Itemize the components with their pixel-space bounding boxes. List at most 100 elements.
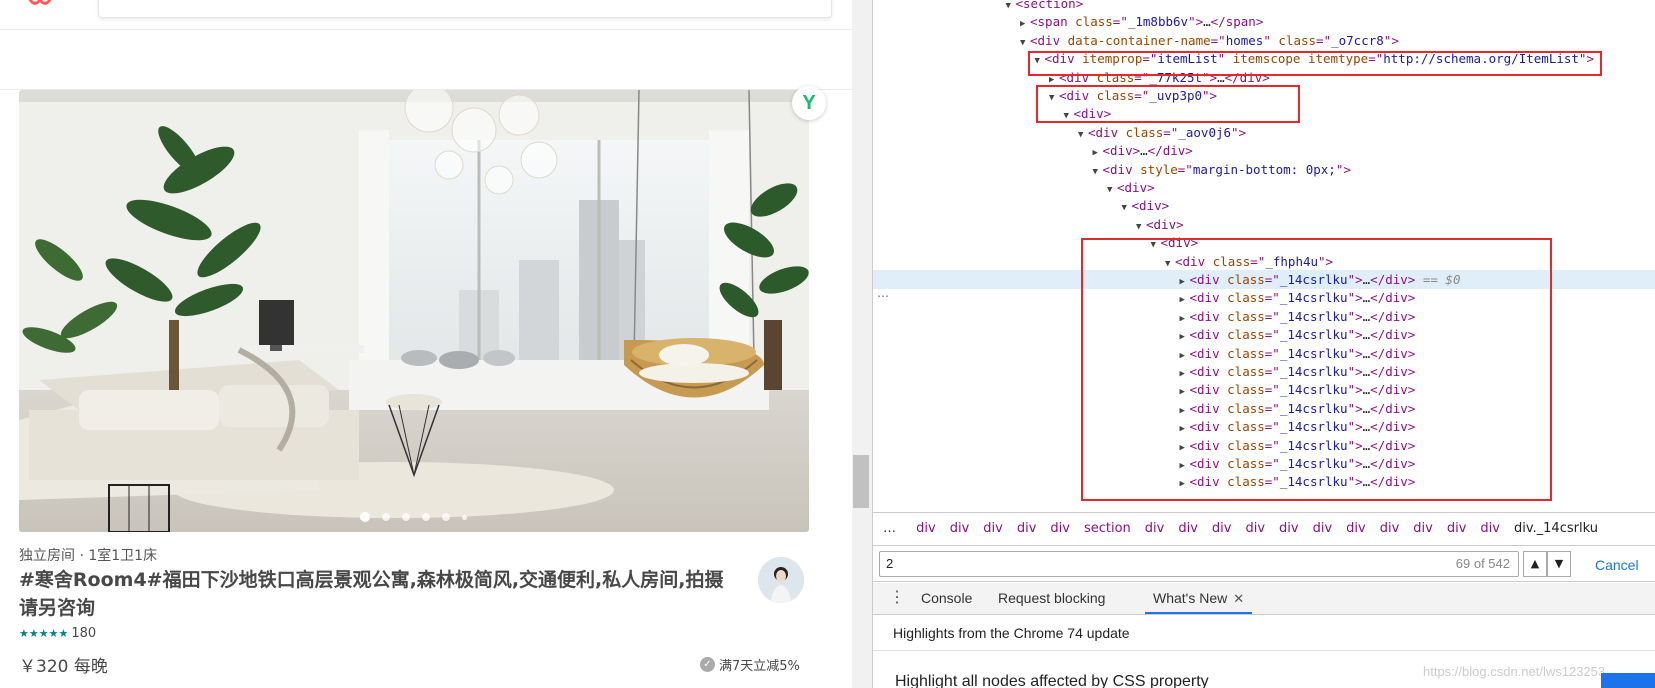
tree-token-tag: <span: [1030, 14, 1076, 30]
breadcrumb-more[interactable]: …: [883, 521, 896, 536]
learn-more-button[interactable]: [1601, 673, 1655, 688]
breadcrumb-item[interactable]: div: [1346, 521, 1366, 536]
tree-token-val: _o7ccr8: [1331, 32, 1384, 48]
breadcrumb-item[interactable]: div: [1447, 521, 1467, 536]
tab-console[interactable]: Console: [921, 583, 972, 614]
tree-token-tag: ">: [1383, 32, 1399, 48]
breadcrumb-item[interactable]: div: [1017, 521, 1037, 536]
tree-token-tag: ">: [1231, 124, 1247, 140]
rating: ★★★★★ 180: [19, 626, 96, 641]
breadcrumb-item[interactable]: div: [950, 521, 970, 536]
breadcrumb-item[interactable]: div: [1380, 521, 1400, 536]
header-divider: [0, 29, 852, 30]
breadcrumb-item[interactable]: div: [1245, 521, 1265, 536]
tab-whats-new-label: What's New: [1153, 590, 1228, 606]
airbnb-logo-icon[interactable]: [20, 0, 60, 10]
highlight-box-fhph4u: [1081, 238, 1552, 501]
breadcrumb-item[interactable]: div: [1178, 521, 1198, 536]
carousel-dot[interactable]: [360, 512, 370, 522]
find-prev-button[interactable]: ▲: [1523, 551, 1547, 577]
highlight-box-itemlist: [1028, 51, 1602, 76]
listing-price: ￥320 每晚: [19, 657, 108, 677]
tree-token-attr: style: [1140, 161, 1178, 177]
breadcrumb-item[interactable]: div: [1212, 521, 1232, 536]
listing-subtitle: 独立房间 · 1室1卫1床: [19, 548, 158, 564]
check-circle-icon: ✓: [700, 657, 715, 672]
web-page: Y 独立房间 · 1室1卫1床 #寒舍Room4#福田下沙地铁口高层景观公寓,森…: [0, 0, 852, 688]
breadcrumb-item[interactable]: div: [1279, 521, 1299, 536]
tree-token-tag: <section>: [1015, 0, 1084, 11]
breadcrumb[interactable]: … div div div div div section div div div div div d…: [873, 512, 1655, 546]
tree-node[interactable]: ▶ <span class="_1m8bb6v">…</span>: [873, 12, 1655, 31]
listing-photo[interactable]: [19, 90, 809, 532]
promo-text: 满7天立减5%: [719, 659, 800, 674]
tree-token-tag: =": [1316, 32, 1332, 48]
tree-node[interactable]: ▶ <div>…</div>: [873, 141, 1655, 160]
tree-token-tag: <div>: [1131, 198, 1170, 214]
breadcrumb-item[interactable]: div: [1480, 521, 1500, 536]
star-rating-icon: ★★★★★: [19, 627, 69, 640]
tree-node[interactable]: ▼ <div data-container-name="homes" class=…: [873, 31, 1655, 50]
tree-token-tag: <div: [1102, 161, 1141, 177]
breadcrumb-current[interactable]: div._14csrlku: [1514, 521, 1598, 536]
breadcrumb-item[interactable]: section: [1084, 521, 1131, 536]
tree-node[interactable]: ▼ <section>: [873, 0, 1655, 13]
find-input[interactable]: 2 69 of 542: [879, 551, 1519, 577]
breadcrumb-item[interactable]: div: [1313, 521, 1333, 536]
carousel-dot[interactable]: [462, 514, 467, 520]
tree-token-tag: <div: [1088, 124, 1126, 140]
whats-new-item[interactable]: Highlight all nodes affected by CSS prop…: [895, 673, 1209, 688]
tree-token-tag: ": [1263, 32, 1279, 48]
tree-token-tag: ">: [1335, 161, 1351, 177]
review-count: 180: [71, 626, 97, 641]
breadcrumb-item[interactable]: div: [1145, 521, 1165, 536]
tree-token-tag: ">: [1188, 14, 1204, 30]
tab-whats-new[interactable]: What's New ✕: [1145, 583, 1253, 614]
row-more-icon[interactable]: …: [877, 286, 889, 300]
tree-token-tag: <div>: [1102, 143, 1141, 159]
breadcrumb-item[interactable]: div: [983, 521, 1003, 536]
page-scrollbar[interactable]: [852, 0, 872, 688]
find-value: 2: [886, 556, 894, 571]
tree-token-txt: …: [1140, 143, 1148, 159]
carousel-dots[interactable]: [360, 512, 467, 522]
drawer-menu-icon[interactable]: ⋮: [889, 589, 905, 607]
host-avatar[interactable]: [758, 557, 804, 603]
tree-token-tag: </span>: [1210, 14, 1264, 30]
find-cancel-button[interactable]: Cancel: [1595, 557, 1639, 573]
tree-token-tag: </div>: [1147, 143, 1193, 159]
tree-node[interactable]: ▼ <div style="margin-bottom: 0px;">: [873, 160, 1655, 179]
tree-node[interactable]: ▼ <div>: [873, 196, 1655, 215]
carousel-dot[interactable]: [402, 513, 410, 521]
watermark: https://blog.csdn.net/lws123253: [1423, 664, 1606, 679]
find-next-button[interactable]: ▼: [1547, 551, 1571, 577]
carousel-dot[interactable]: [382, 513, 390, 521]
close-icon[interactable]: ✕: [1233, 591, 1244, 606]
breadcrumb-item[interactable]: div: [1413, 521, 1433, 536]
listing-title[interactable]: #寒舍Room4#福田下沙地铁口高层景观公寓,森林极简风,交通便利,私人房间,拍…: [19, 566, 739, 622]
tree-token-tag: =": [1177, 161, 1193, 177]
tree-node[interactable]: ▼ <div class="_aov0j6">: [873, 123, 1655, 142]
tree-token-val: _aov0j6: [1178, 124, 1232, 140]
tree-token-attr: data-container-name: [1067, 32, 1211, 48]
drawer-tabbar: ⋮ Console Request blocking What's New ✕: [873, 583, 1655, 615]
whats-new-title: Highlights from the Chrome 74 update: [893, 625, 1130, 641]
scrollbar-thumb[interactable]: [853, 455, 869, 508]
tree-token-tag: =": [1163, 124, 1179, 140]
tree-token-val: margin-bottom: 0px;: [1192, 161, 1336, 177]
tree-token-attr: class: [1278, 32, 1317, 48]
search-input[interactable]: [98, 0, 832, 18]
breadcrumb-item[interactable]: div: [916, 521, 936, 536]
tree-node[interactable]: ▼ <div>: [873, 215, 1655, 234]
tree-token-val: _1m8bb6v: [1127, 14, 1189, 30]
tab-request-blocking[interactable]: Request blocking: [998, 583, 1105, 614]
tree-node[interactable]: ▼ <div>: [873, 178, 1655, 197]
carousel-dot[interactable]: [422, 513, 430, 521]
find-bar: 2 69 of 542 ▲ ▼ Cancel: [873, 546, 1655, 582]
promo-badge: ✓ 满7天立减5%: [700, 655, 800, 674]
tree-token-tag: =": [1210, 32, 1226, 48]
whats-new-divider: [873, 650, 1655, 651]
carousel-dot[interactable]: [442, 513, 450, 521]
breadcrumb-item[interactable]: div: [1050, 521, 1070, 536]
whats-new-panel: Highlights from the Chrome 74 update Hig…: [873, 615, 1655, 688]
